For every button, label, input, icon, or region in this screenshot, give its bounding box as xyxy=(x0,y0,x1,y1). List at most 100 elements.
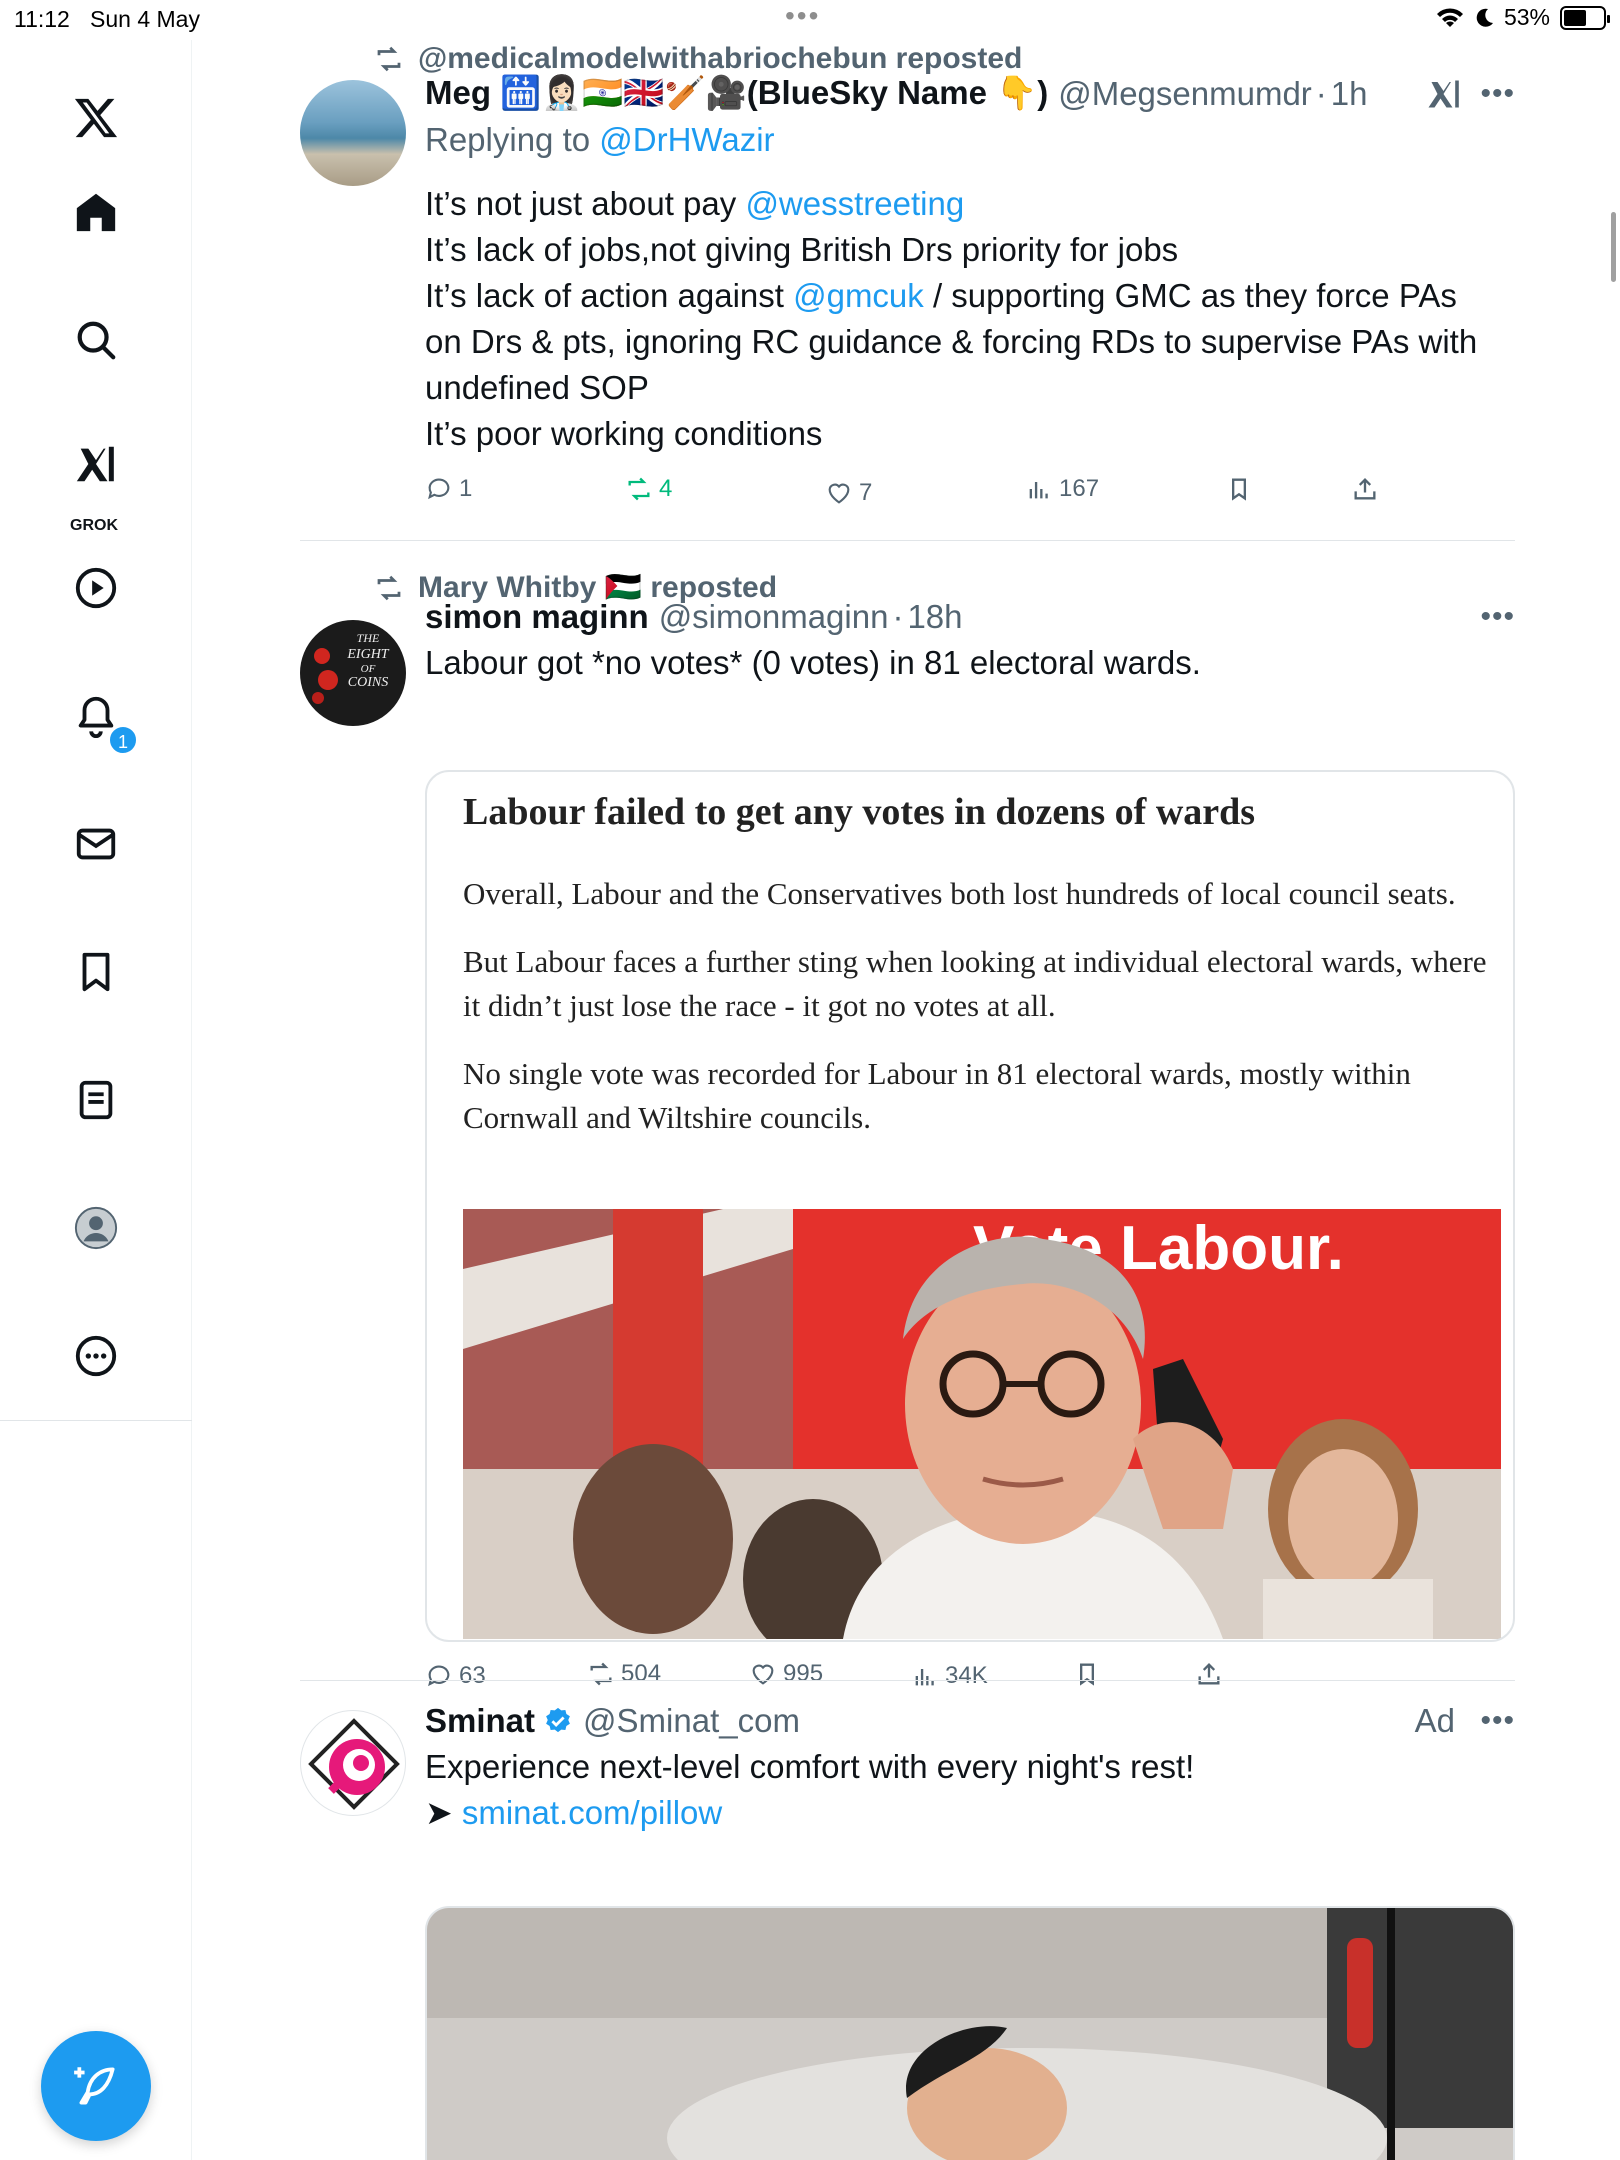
grok-explain-icon[interactable] xyxy=(1427,76,1463,112)
compose-feather-icon xyxy=(74,2067,115,2105)
bookmark-button[interactable] xyxy=(1225,475,1253,503)
author-handle[interactable]: @simonmaginn xyxy=(659,598,889,636)
article-screenshot: Labour failed to get any votes in dozens… xyxy=(427,772,1513,1140)
repost-icon xyxy=(628,477,650,501)
author-handle[interactable]: @Sminat_com xyxy=(583,1702,800,1740)
replying-to: Replying to @DrHWazir xyxy=(425,121,1515,159)
tweet-more-icon[interactable]: ••• xyxy=(1480,1704,1515,1738)
search-icon[interactable] xyxy=(68,312,124,368)
sminat-logo-icon xyxy=(308,1718,400,1810)
avatar[interactable] xyxy=(300,80,406,186)
compose-post-button[interactable] xyxy=(41,2031,151,2141)
reply-button[interactable]: 63 xyxy=(425,1662,486,1690)
reply-button[interactable]: 1 xyxy=(425,475,472,503)
like-button[interactable]: 7 xyxy=(825,479,872,507)
share-button[interactable] xyxy=(1195,1660,1223,1688)
avatar[interactable] xyxy=(300,1710,406,1816)
promoted-tweet[interactable]: Sminat @Sminat_com Ad ••• Experience nex… xyxy=(300,1700,1515,2160)
tweet[interactable]: Mary Whitby 🇵🇸 reposted THE EIGHT OF COI… xyxy=(300,568,1515,1718)
author-name[interactable]: Meg 🛗👩🏻‍⚕️🇮🇳🇬🇧🏏🎥(BlueSky Name 👇) xyxy=(425,74,1048,113)
tweet-body: Labour got *no votes* (0 votes) in 81 el… xyxy=(425,644,1201,681)
timeline[interactable]: @medicalmodelwithabriochebun reposted Me… xyxy=(193,40,1620,2160)
bookmark-icon xyxy=(1232,478,1246,501)
repost-button[interactable]: 504 xyxy=(587,1660,661,1688)
sidebar: GROK 1 xyxy=(0,40,192,2160)
multitasking-dots-icon[interactable]: ••• xyxy=(785,0,820,32)
author-name[interactable]: Sminat xyxy=(425,1702,535,1740)
like-count: 7 xyxy=(859,479,873,506)
separator-dot: · xyxy=(1315,74,1327,112)
reply-count: 63 xyxy=(459,1662,486,1689)
like-button[interactable]: 995 xyxy=(749,1660,823,1688)
messages-envelope-icon[interactable] xyxy=(68,816,124,872)
videos-play-icon[interactable] xyxy=(68,560,124,616)
tweet-divider xyxy=(300,540,1515,541)
author-name[interactable]: simon maginn xyxy=(425,598,649,636)
avatar-text-line: EIGHT xyxy=(346,647,389,662)
article-image-card[interactable]: Labour failed to get any votes in dozens… xyxy=(425,770,1515,1642)
repost-count: 504 xyxy=(621,1660,662,1687)
tweet-content: Meg 🛗👩🏻‍⚕️🇮🇳🇬🇧🏏🎥(BlueSky Name 👇) @Megsen… xyxy=(425,74,1515,519)
article-paragraph: No single vote was recorded for Labour i… xyxy=(463,1056,1411,1135)
tweet-header: Sminat @Sminat_com Ad ••• xyxy=(425,1702,1515,1740)
share-icon xyxy=(1198,1663,1220,1685)
tweet-content: simon maginn @simonmaginn · 18h ••• Labo… xyxy=(425,598,1515,686)
body-text: It’s poor working conditions xyxy=(425,415,823,452)
share-icon xyxy=(1354,478,1376,500)
scrollbar[interactable] xyxy=(1611,212,1616,282)
avatar-text-line: OF xyxy=(361,663,376,675)
repost-by-label[interactable]: @medicalmodelwithabriochebun reposted xyxy=(418,42,1022,76)
body-text: It’s lack of action against xyxy=(425,277,794,314)
repost-icon xyxy=(377,46,401,72)
x-logo-icon[interactable] xyxy=(68,90,124,146)
repost-icon xyxy=(590,1662,612,1686)
grok-icon[interactable] xyxy=(68,436,124,492)
reply-icon xyxy=(428,1665,450,1687)
heart-icon xyxy=(752,1664,774,1685)
separator-dot: · xyxy=(892,598,904,635)
mention-link[interactable]: @wesstreeting xyxy=(745,185,964,222)
views-button[interactable]: 34K xyxy=(911,1662,988,1690)
ad-link[interactable]: sminat.com/pillow xyxy=(462,1794,722,1831)
author-handle[interactable]: @Megsenmumdr xyxy=(1058,75,1312,113)
body-line: It’s lack of jobs,not giving British Drs… xyxy=(425,227,1515,273)
bookmark-button[interactable] xyxy=(1073,1660,1101,1688)
body-line: It’s lack of action against @gmcuk / sup… xyxy=(425,273,1515,319)
body-line: on Drs & pts, ignoring RC guidance & for… xyxy=(425,319,1515,365)
status-bar: 11:12 Sun 4 May ••• 53% xyxy=(0,0,1620,40)
repost-button[interactable]: 4 xyxy=(625,475,672,503)
article-paragraph: Overall, Labour and the Conservatives bo… xyxy=(463,876,1456,911)
tweet-more-icon[interactable]: ••• xyxy=(1480,77,1515,111)
body-text: Experience next-level comfort with every… xyxy=(425,1748,1195,1785)
sidebar-divider xyxy=(0,1420,192,1421)
ad-label: Ad xyxy=(1414,1702,1455,1739)
tweet-time[interactable]: 18h xyxy=(907,598,962,636)
views-button[interactable]: 167 xyxy=(1025,475,1099,503)
replying-handle-link[interactable]: @DrHWazir xyxy=(599,121,774,158)
views-chart-icon xyxy=(1029,482,1048,499)
share-button[interactable] xyxy=(1351,475,1379,503)
tweet-time[interactable]: 1h xyxy=(1331,75,1368,113)
lists-icon[interactable] xyxy=(68,1072,124,1128)
bookmarks-icon[interactable] xyxy=(68,944,124,1000)
more-options-icon[interactable] xyxy=(68,1328,124,1384)
mention-link[interactable]: @gmcuk xyxy=(793,277,924,314)
article-headline: Labour failed to get any votes in dozens… xyxy=(463,791,1256,833)
profile-avatar-icon[interactable] xyxy=(68,1200,124,1256)
status-date: Sun 4 May xyxy=(90,6,200,32)
tweet-divider xyxy=(300,1680,1515,1681)
avatar[interactable]: THE EIGHT OF COINS xyxy=(300,620,406,726)
status-time: 11:12 xyxy=(14,6,70,32)
battery-icon xyxy=(1560,5,1610,30)
tweet-content: Sminat @Sminat_com Ad ••• Experience nex… xyxy=(425,1702,1515,1836)
bookmark-icon xyxy=(1080,1663,1094,1686)
verified-badge-icon xyxy=(546,1707,570,1733)
home-icon[interactable] xyxy=(68,184,124,240)
tweet[interactable]: @medicalmodelwithabriochebun reposted Me… xyxy=(300,40,1515,540)
reply-count: 1 xyxy=(459,475,473,502)
tweet-more-icon[interactable]: ••• xyxy=(1480,600,1515,634)
ad-video-card[interactable] xyxy=(425,1906,1515,2160)
repost-indicator: @medicalmodelwithabriochebun reposted xyxy=(300,42,1022,76)
heart-icon xyxy=(828,483,850,504)
avatar-text-line: COINS xyxy=(348,675,388,690)
